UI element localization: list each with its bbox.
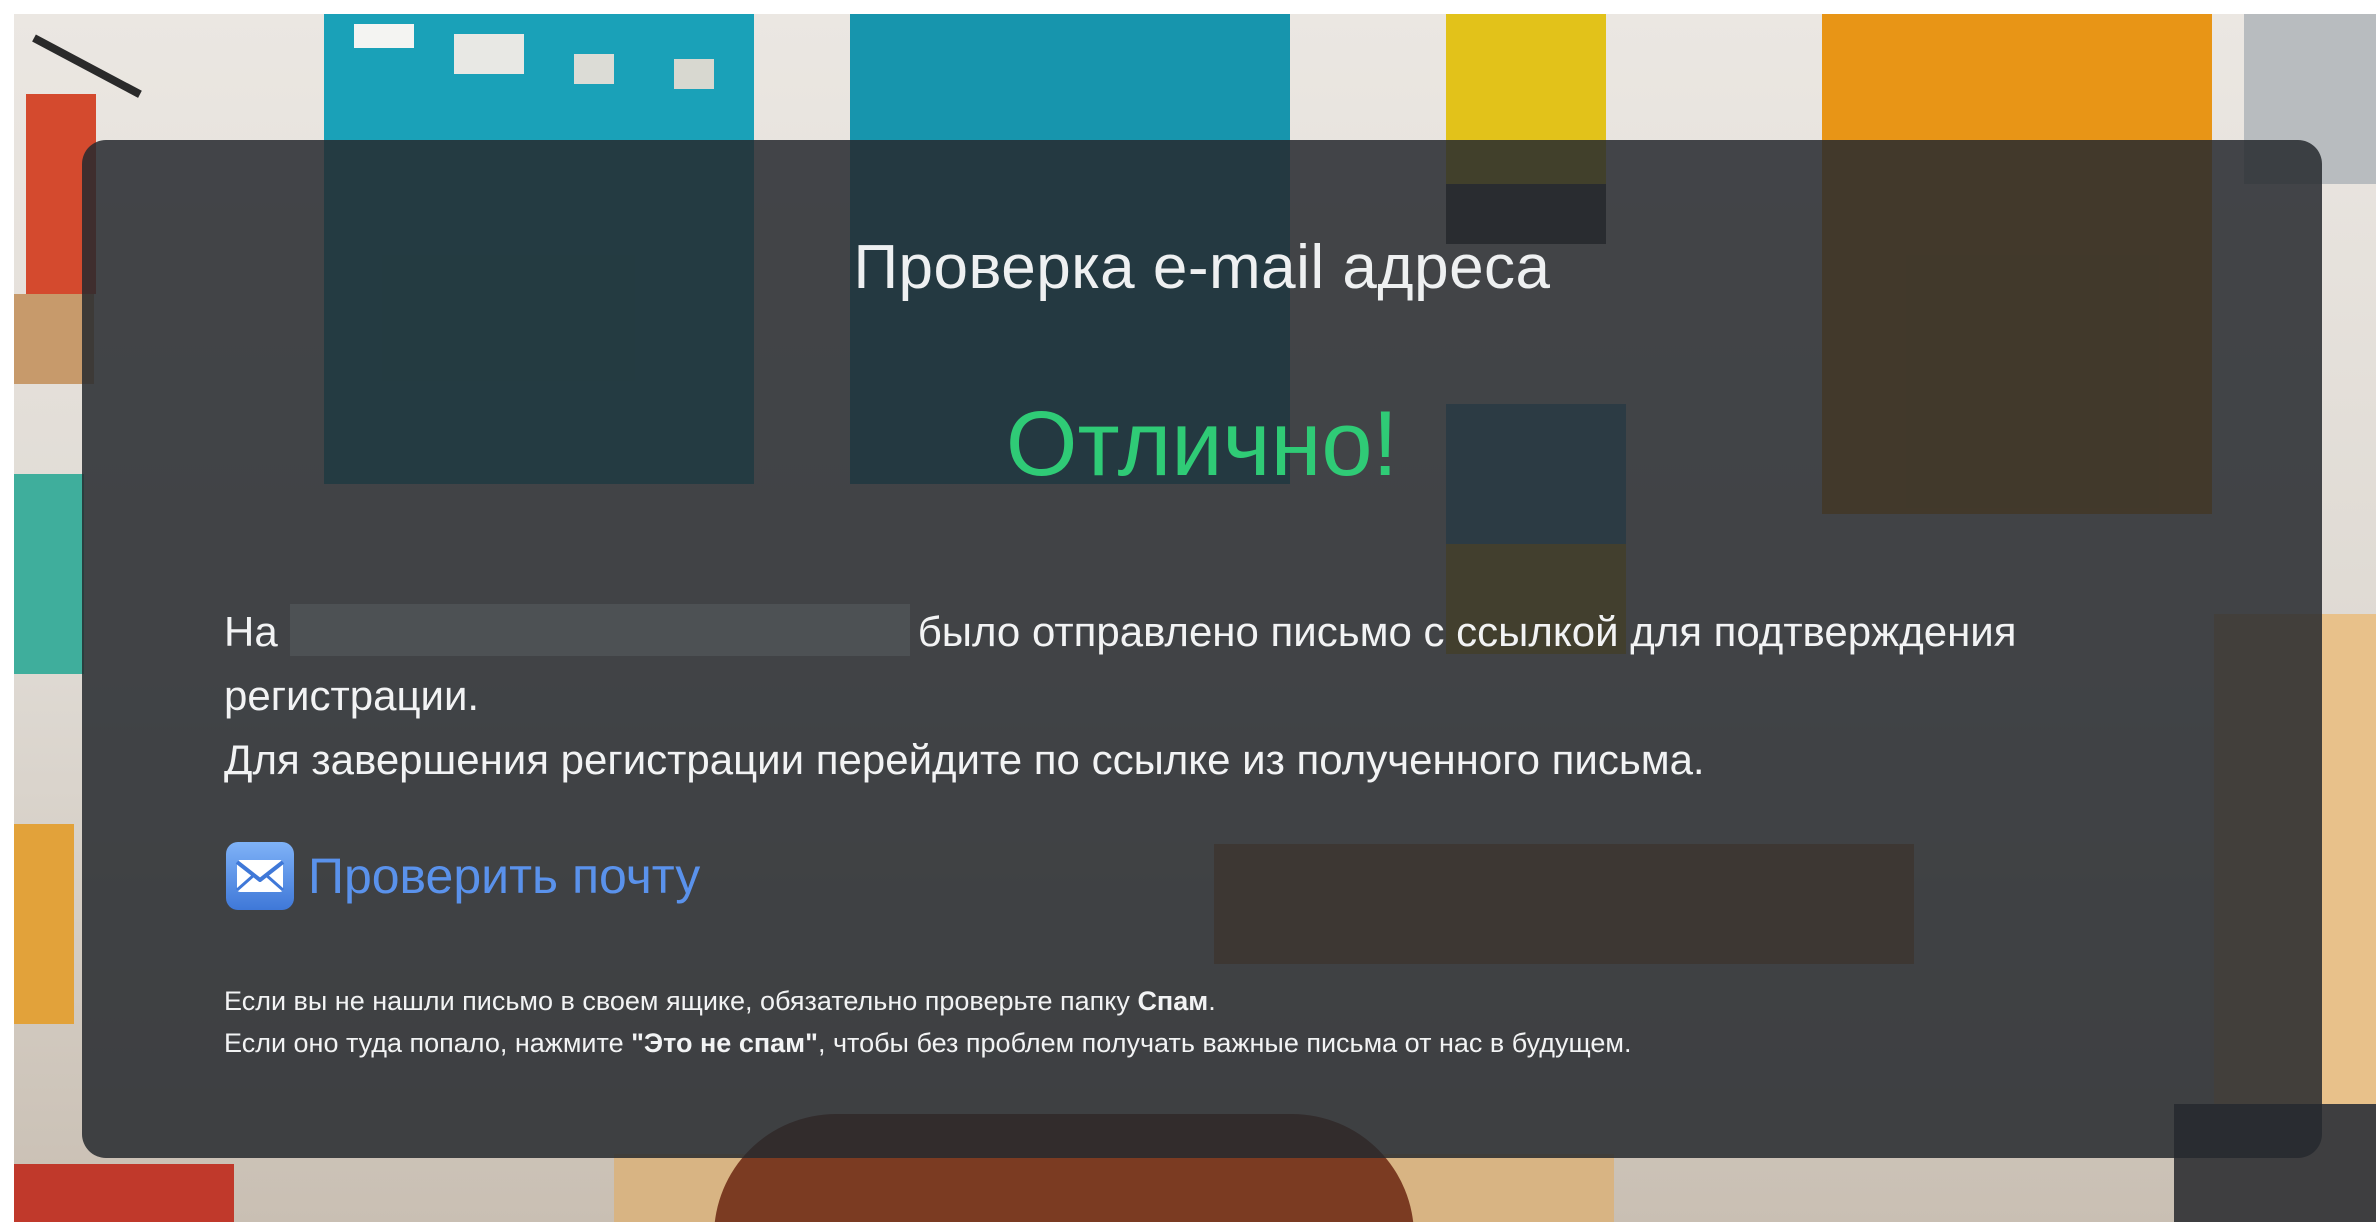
check-mail-link[interactable]: Проверить почту bbox=[224, 840, 700, 912]
spam-note: Если вы не нашли письмо в своем ящике, о… bbox=[224, 980, 2224, 1064]
check-mail-label: Проверить почту bbox=[308, 848, 701, 904]
success-heading: Отлично! bbox=[1005, 393, 1399, 495]
note-line1-suffix: . bbox=[1208, 986, 1216, 1016]
redacted-email bbox=[289, 604, 910, 656]
note-line2-suffix: , чтобы без проблем получать важные пись… bbox=[817, 1028, 1632, 1058]
message-line1-cont: регистрации. bbox=[224, 672, 480, 719]
note-line1-prefix: Если вы не нашли письмо в своем ящике, о… bbox=[224, 986, 1130, 1016]
message-prefix: На bbox=[224, 608, 278, 655]
note-spam-folder: Спам bbox=[1137, 986, 1209, 1016]
verification-panel: Проверка e-mail адреса Отлично! На было о… bbox=[82, 140, 2322, 1158]
confirmation-message: На было отправлено письмо с ссылкой для п… bbox=[224, 600, 2224, 792]
page-title: Проверка e-mail адреса bbox=[853, 233, 1551, 302]
note-not-spam: "Это не спам" bbox=[631, 1028, 818, 1058]
message-line2: Для завершения регистрации перейдите по … bbox=[224, 736, 1705, 783]
message-line1-rest: было отправлено письмо с ссылкой для под… bbox=[917, 608, 2017, 655]
note-line2-prefix: Если оно туда попало, нажмите bbox=[224, 1028, 624, 1058]
envelope-icon bbox=[226, 842, 294, 910]
